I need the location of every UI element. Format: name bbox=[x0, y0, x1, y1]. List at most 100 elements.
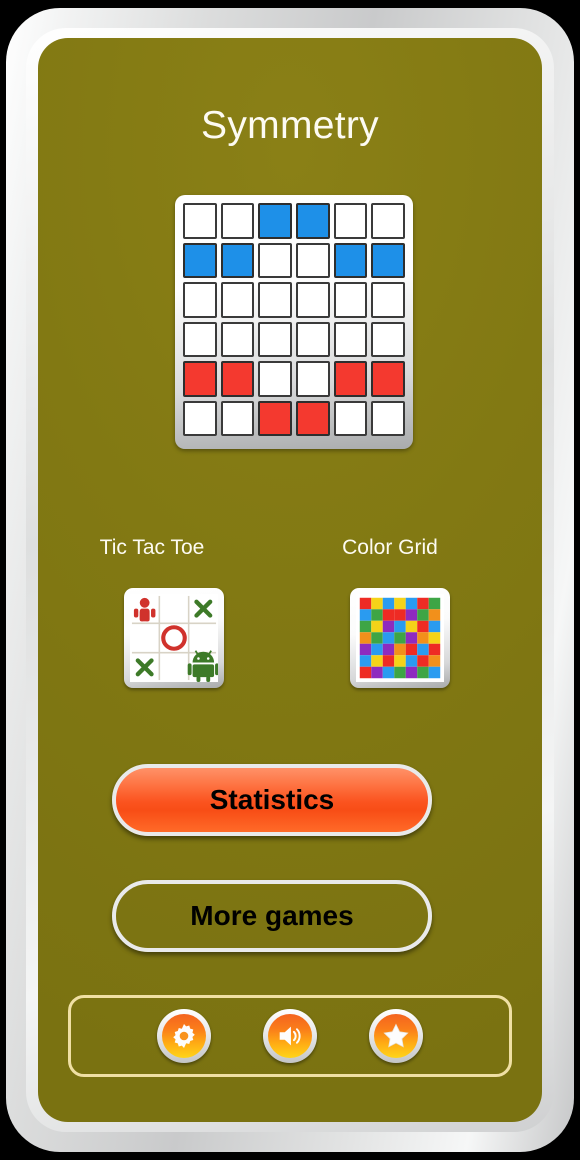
color-cell-r4-c1 bbox=[371, 643, 383, 656]
color-cell-r0-c0 bbox=[359, 597, 372, 610]
more-games-button[interactable]: More games bbox=[112, 880, 432, 952]
symmetry-cell-r4-c5[interactable] bbox=[371, 361, 405, 397]
symmetry-cell-r2-c1[interactable] bbox=[220, 282, 255, 318]
symmetry-cell-r5-c1[interactable] bbox=[220, 400, 255, 436]
symmetry-cell-r4-c1[interactable] bbox=[220, 361, 255, 397]
color-cell-r4-c2 bbox=[382, 643, 395, 656]
symmetry-cell-r0-c2[interactable] bbox=[258, 203, 292, 239]
symmetry-cell-r3-c0[interactable] bbox=[183, 321, 217, 357]
color-cell-r5-c5 bbox=[417, 655, 429, 667]
color-cell-r4-c6 bbox=[428, 643, 441, 656]
color-cell-r5-c0 bbox=[359, 655, 372, 667]
color-cell-r2-c3 bbox=[394, 620, 406, 633]
symmetry-cell-r3-c4[interactable] bbox=[333, 321, 368, 357]
symmetry-cell-r1-c0[interactable] bbox=[183, 242, 217, 278]
star-icon bbox=[374, 1014, 418, 1058]
tic-tac-toe-thumbnail[interactable] bbox=[124, 588, 224, 688]
settings-button[interactable] bbox=[157, 1009, 211, 1063]
color-cell-r6-c1 bbox=[371, 666, 383, 679]
color-cell-r4-c0 bbox=[359, 643, 372, 656]
game-label-tic-tac-toe: Tic Tac Toe bbox=[99, 536, 205, 559]
color-cell-r2-c1 bbox=[371, 620, 383, 633]
color-cell-r1-c5 bbox=[417, 609, 429, 621]
symmetry-preview-grid bbox=[183, 203, 405, 436]
color-cell-r1-c1 bbox=[371, 609, 383, 621]
color-grid-thumbnail[interactable] bbox=[350, 588, 450, 688]
color-cell-r2-c2 bbox=[382, 620, 395, 633]
color-cell-r1-c3 bbox=[394, 609, 406, 621]
color-cell-r4-c3 bbox=[394, 643, 406, 656]
symmetry-cell-r2-c4[interactable] bbox=[333, 282, 368, 318]
color-cell-r2-c5 bbox=[417, 620, 429, 633]
game-label-color-grid: Color Grid bbox=[342, 536, 438, 559]
symmetry-cell-r5-c3[interactable] bbox=[296, 400, 330, 436]
symmetry-cell-r4-c3[interactable] bbox=[296, 361, 330, 397]
symmetry-cell-r3-c1[interactable] bbox=[220, 321, 255, 357]
symmetry-cell-r2-c3[interactable] bbox=[296, 282, 330, 318]
symmetry-cell-r4-c4[interactable] bbox=[333, 361, 368, 397]
symmetry-cell-r0-c1[interactable] bbox=[220, 203, 255, 239]
statistics-button[interactable]: Statistics bbox=[112, 764, 432, 836]
color-cell-r4-c4 bbox=[405, 643, 418, 656]
symmetry-cell-r0-c0[interactable] bbox=[183, 203, 217, 239]
gear-icon bbox=[162, 1014, 206, 1058]
color-cell-r0-c2 bbox=[382, 597, 395, 610]
color-cell-r6-c2 bbox=[382, 666, 395, 679]
color-cell-r6-c4 bbox=[405, 666, 418, 679]
color-cell-r2-c0 bbox=[359, 620, 372, 633]
symmetry-cell-r0-c3[interactable] bbox=[296, 203, 330, 239]
color-cell-r1-c4 bbox=[405, 609, 418, 621]
symmetry-cell-r2-c2[interactable] bbox=[258, 282, 292, 318]
speaker-icon bbox=[268, 1014, 312, 1058]
symmetry-cell-r5-c5[interactable] bbox=[371, 400, 405, 436]
symmetry-cell-r3-c3[interactable] bbox=[296, 321, 330, 357]
symmetry-cell-r1-c4[interactable] bbox=[333, 242, 368, 278]
color-cell-r6-c6 bbox=[428, 666, 441, 679]
symmetry-cell-r3-c2[interactable] bbox=[258, 321, 292, 357]
symmetry-cell-r1-c1[interactable] bbox=[220, 242, 255, 278]
color-cell-r1-c6 bbox=[428, 609, 441, 621]
color-cell-r2-c6 bbox=[428, 620, 441, 633]
rate-button[interactable] bbox=[369, 1009, 423, 1063]
color-cell-r3-c6 bbox=[428, 632, 441, 644]
sound-button[interactable] bbox=[263, 1009, 317, 1063]
color-cell-r6-c3 bbox=[394, 666, 406, 679]
symmetry-cell-r0-c4[interactable] bbox=[333, 203, 368, 239]
symmetry-preview-board bbox=[175, 195, 413, 449]
color-cell-r4-c5 bbox=[417, 643, 429, 656]
symmetry-cell-r2-c5[interactable] bbox=[371, 282, 405, 318]
tic-tac-toe-icon bbox=[130, 594, 218, 682]
symmetry-cell-r5-c2[interactable] bbox=[258, 400, 292, 436]
symmetry-cell-r3-c5[interactable] bbox=[371, 321, 405, 357]
color-cell-r5-c3 bbox=[394, 655, 406, 667]
color-cell-r5-c1 bbox=[371, 655, 383, 667]
color-cell-r3-c2 bbox=[382, 632, 395, 644]
color-grid-icon bbox=[356, 594, 444, 682]
color-cell-r5-c2 bbox=[382, 655, 395, 667]
color-cell-r0-c1 bbox=[371, 597, 383, 610]
symmetry-cell-r1-c5[interactable] bbox=[371, 242, 405, 278]
color-cell-r3-c3 bbox=[394, 632, 406, 644]
color-cell-r3-c4 bbox=[405, 632, 418, 644]
symmetry-cell-r1-c2[interactable] bbox=[258, 242, 292, 278]
color-cell-r3-c0 bbox=[359, 632, 372, 644]
symmetry-cell-r2-c0[interactable] bbox=[183, 282, 217, 318]
color-cell-r3-c5 bbox=[417, 632, 429, 644]
color-cell-r0-c6 bbox=[428, 597, 441, 610]
color-cell-r0-c4 bbox=[405, 597, 418, 610]
color-cell-r3-c1 bbox=[371, 632, 383, 644]
phone-frame: Symmetry Tic Tac Toe Color Grid Statisti… bbox=[6, 8, 574, 1152]
color-cell-r5-c4 bbox=[405, 655, 418, 667]
symmetry-cell-r5-c4[interactable] bbox=[333, 400, 368, 436]
symmetry-cell-r0-c5[interactable] bbox=[371, 203, 405, 239]
symmetry-cell-r4-c2[interactable] bbox=[258, 361, 292, 397]
color-cell-r6-c0 bbox=[359, 666, 372, 679]
symmetry-cell-r1-c3[interactable] bbox=[296, 242, 330, 278]
color-cell-r2-c4 bbox=[405, 620, 418, 633]
symmetry-cell-r5-c0[interactable] bbox=[183, 400, 217, 436]
color-cell-r0-c3 bbox=[394, 597, 406, 610]
color-cell-r1-c0 bbox=[359, 609, 372, 621]
color-cell-r0-c5 bbox=[417, 597, 429, 610]
color-cell-r5-c6 bbox=[428, 655, 441, 667]
symmetry-cell-r4-c0[interactable] bbox=[183, 361, 217, 397]
